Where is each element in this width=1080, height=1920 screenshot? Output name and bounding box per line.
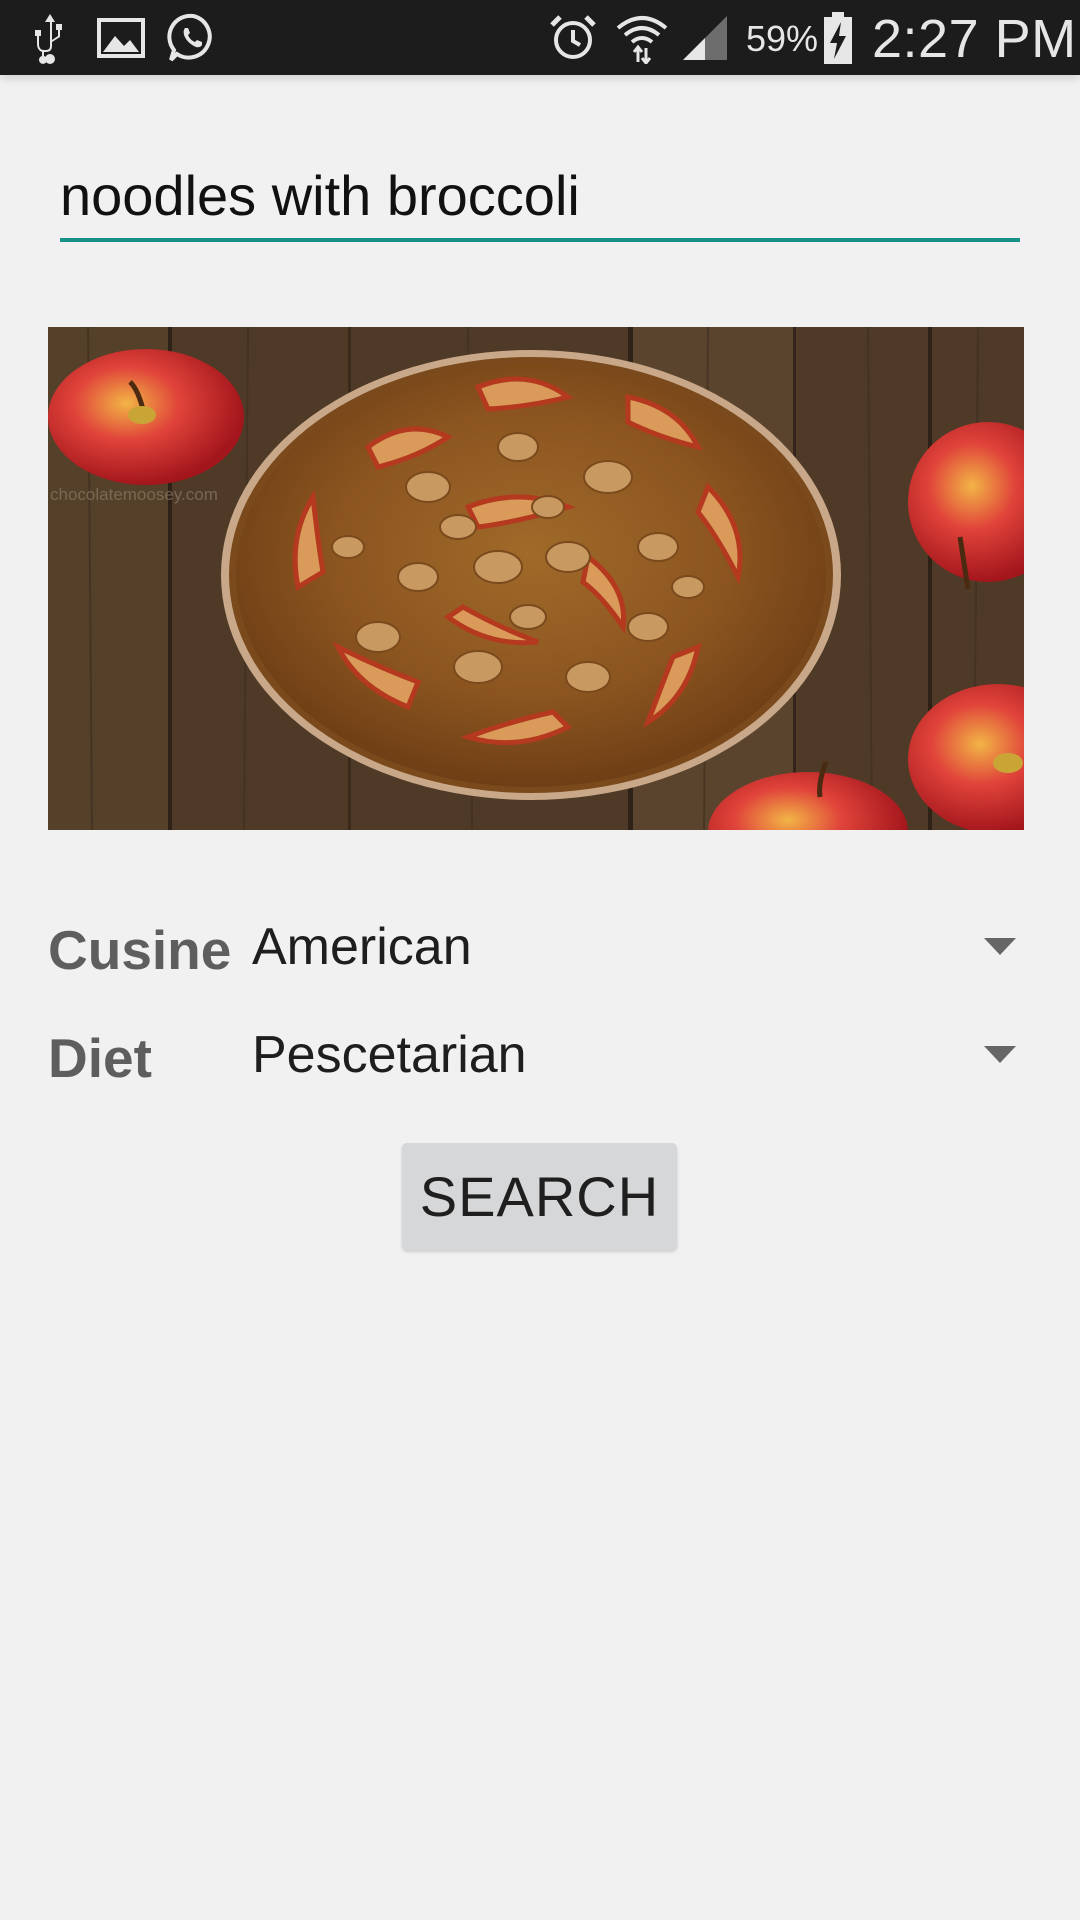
search-input[interactable] bbox=[60, 160, 1020, 230]
whatsapp-icon bbox=[166, 0, 220, 75]
diet-selected-value: Pescetarian bbox=[252, 1026, 527, 1084]
cuisine-label: Cusine bbox=[48, 919, 232, 981]
search-button[interactable]: SEARCH bbox=[402, 1143, 677, 1250]
battery-charging-icon bbox=[820, 0, 856, 75]
diet-label: Diet bbox=[48, 1027, 152, 1089]
image-icon bbox=[96, 0, 146, 75]
battery-percent: 59% bbox=[746, 18, 819, 59]
clock: 2:27 PM bbox=[872, 9, 1077, 69]
alarm-icon bbox=[548, 0, 598, 75]
recipe-image: chocolatemoosey.com bbox=[48, 327, 1024, 830]
chevron-down-icon bbox=[984, 1046, 1016, 1063]
image-watermark: chocolatemoosey.com bbox=[50, 485, 218, 504]
search-field[interactable] bbox=[60, 150, 1020, 242]
cuisine-selected-value: American bbox=[252, 918, 472, 976]
usb-icon bbox=[30, 0, 70, 75]
chevron-down-icon bbox=[984, 938, 1016, 955]
signal-icon bbox=[680, 0, 730, 75]
status-bar: 59% 2:27 PM bbox=[0, 0, 1080, 75]
cuisine-dropdown[interactable]: American bbox=[252, 902, 1032, 992]
diet-dropdown[interactable]: Pescetarian bbox=[252, 1010, 1032, 1100]
wifi-icon bbox=[614, 0, 670, 75]
